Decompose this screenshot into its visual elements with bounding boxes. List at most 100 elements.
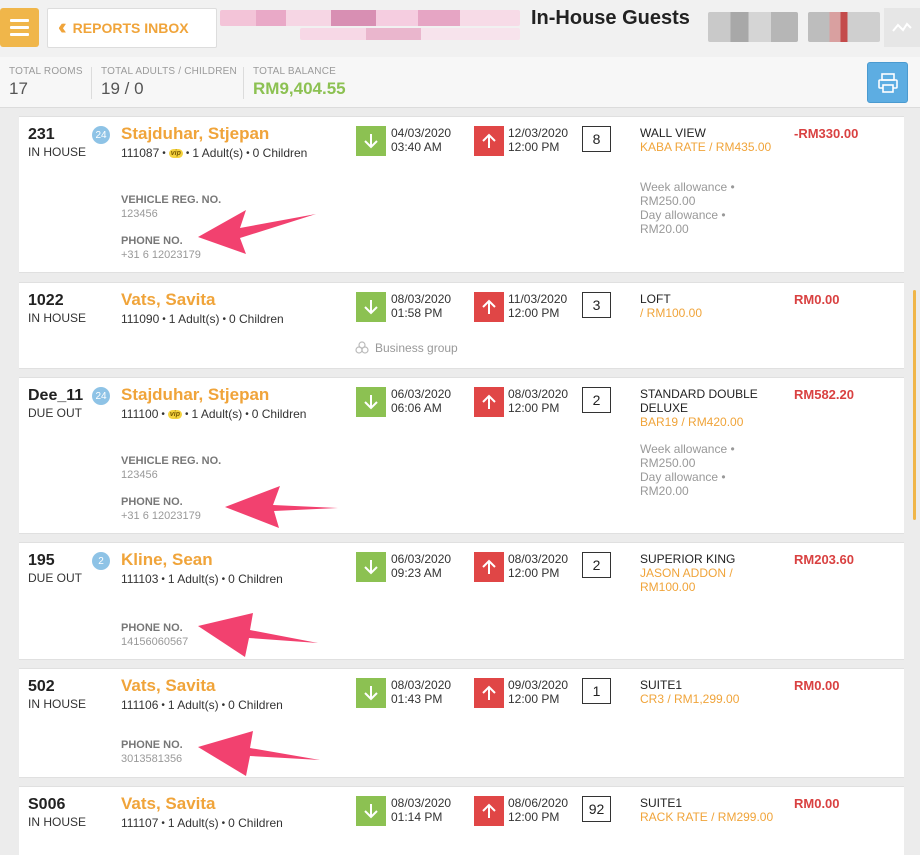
- rate-plan: JASON ADDON / RM100.00: [640, 566, 733, 594]
- arrival-icon: [356, 292, 386, 322]
- guest-meta: 111103 • 1 Adult(s) • 0 Children: [121, 572, 283, 586]
- arrival-icon: [356, 796, 386, 826]
- group-tag: Business group: [355, 341, 458, 355]
- adults-children-stat: TOTAL ADULTS / CHILDREN 19 / 0: [101, 66, 237, 98]
- rate-plan: CR3 / RM1,299.00: [640, 692, 740, 706]
- departure-datetime: 09/03/2020 12:00 PM: [508, 678, 569, 706]
- arrival-datetime: 06/03/2020 09:23 AM: [391, 552, 452, 580]
- badge-count: 2: [92, 552, 110, 570]
- room-status: IN HOUSE: [28, 145, 87, 159]
- vehicle-value: 123456: [121, 469, 158, 481]
- arrival-icon: [356, 552, 386, 582]
- total-balance-stat: TOTAL BALANCE RM9,404.55: [253, 66, 346, 98]
- room-type: SUITE1: [640, 796, 683, 810]
- reservation-card[interactable]: 231 IN HOUSE 24 Stajduhar, Stjepan 11108…: [19, 116, 904, 273]
- departure-datetime: 11/03/2020 12:00 PM: [508, 292, 568, 320]
- nights-count: 2: [582, 552, 611, 578]
- room-status: IN HOUSE: [28, 311, 87, 325]
- arrival-datetime: 06/03/2020 06:06 AM: [391, 387, 452, 415]
- phone-label: PHONE NO.: [121, 235, 183, 247]
- reservation-card[interactable]: 195 DUE OUT 2 Kline, Sean 111103 • 1 Adul…: [19, 542, 904, 660]
- guest-name[interactable]: Vats, Savita: [121, 794, 216, 814]
- room-number: 1022: [28, 292, 64, 309]
- balance: RM0.00: [794, 796, 840, 811]
- guest-name[interactable]: Kline, Sean: [121, 550, 213, 570]
- balance: RM0.00: [794, 678, 840, 693]
- redacted-area: [708, 12, 798, 42]
- departure-icon: [474, 796, 504, 826]
- reservation-card[interactable]: 1022 IN HOUSE Vats, Savita 111090 • 1 Adu…: [19, 282, 904, 369]
- badge-count: 24: [92, 387, 110, 405]
- reservation-card[interactable]: S006 IN HOUSE Vats, Savita 111107 • 1 Adu…: [19, 786, 904, 855]
- room-status: DUE OUT: [28, 571, 82, 585]
- arrival-datetime: 08/03/2020 01:43 PM: [391, 678, 452, 706]
- phone-value: +31 6 12023179: [121, 249, 201, 261]
- phone-label: PHONE NO.: [121, 496, 183, 508]
- room-type: SUITE1: [640, 678, 683, 692]
- print-button[interactable]: [867, 62, 908, 103]
- phone-value: 3013581356: [121, 753, 183, 765]
- departure-icon: [474, 552, 504, 582]
- rate-plan: / RM100.00: [640, 306, 703, 320]
- departure-icon: [474, 126, 504, 156]
- rate-plan: RACK RATE / RM299.00: [640, 810, 774, 824]
- phone-label: PHONE NO.: [121, 622, 183, 634]
- balance: RM203.60: [794, 552, 854, 567]
- activity-button[interactable]: [884, 8, 920, 47]
- departure-icon: [474, 678, 504, 708]
- stats-bar: TOTAL ROOMS 17 TOTAL ADULTS / CHILDREN 1…: [0, 57, 920, 108]
- arrival-icon: [356, 126, 386, 156]
- room-status: IN HOUSE: [28, 815, 87, 829]
- vip-badge: vip: [168, 148, 183, 158]
- vehicle-label: VEHICLE REG. NO.: [121, 194, 222, 206]
- room-type: STANDARD DOUBLE DELUXE: [640, 387, 758, 415]
- guest-name[interactable]: Vats, Savita: [121, 676, 216, 696]
- vehicle-value: 123456: [121, 208, 158, 220]
- room-number: S006: [28, 796, 66, 813]
- room-type: WALL VIEW: [640, 126, 706, 140]
- balance: RM0.00: [794, 292, 840, 307]
- arrival-datetime: 08/03/2020 01:14 PM: [391, 796, 452, 824]
- room-number: 502: [28, 678, 55, 695]
- guest-meta: 111100 • vip • 1 Adult(s) • 0 Children: [121, 407, 307, 421]
- reservation-card[interactable]: 502 IN HOUSE Vats, Savita 111106 • 1 Adul…: [19, 668, 904, 778]
- arrival-datetime: 08/03/2020 01:58 PM: [391, 292, 452, 320]
- guest-name[interactable]: Stajduhar, Stjepan: [121, 124, 269, 144]
- room-status: DUE OUT: [28, 406, 82, 420]
- room-type: SUPERIOR KING: [640, 552, 736, 566]
- departure-datetime: 08/03/2020 12:00 PM: [508, 552, 569, 580]
- total-rooms-stat: TOTAL ROOMS 17: [9, 66, 83, 98]
- nights-count: 3: [582, 292, 611, 318]
- reports-inbox-button[interactable]: ‹‹ REPORTS INBOX: [47, 8, 217, 48]
- allowances: Week allowance • RM250.00 Day allowance …: [640, 442, 735, 498]
- hamburger-icon: [10, 19, 29, 22]
- room-status: IN HOUSE: [28, 697, 87, 711]
- vip-badge: vip: [167, 409, 183, 419]
- departure-icon: [474, 292, 504, 322]
- departure-icon: [474, 387, 504, 417]
- total-balance-value: RM9,404.55: [253, 79, 346, 98]
- balance: -RM330.00: [794, 126, 859, 141]
- guest-name[interactable]: Vats, Savita: [121, 290, 216, 310]
- redacted-area: [220, 10, 520, 26]
- activity-icon: [892, 21, 912, 32]
- guest-list[interactable]: 231 IN HOUSE 24 Stajduhar, Stjepan 11108…: [0, 108, 920, 855]
- scrollbar[interactable]: [913, 290, 916, 520]
- reports-inbox-label: REPORTS INBOX: [72, 20, 189, 36]
- reservation-card[interactable]: Dee_11 DUE OUT 24 Stajduhar, Stjepan 111…: [19, 377, 904, 534]
- adults-children-value: 19 / 0: [101, 79, 144, 98]
- nights-count: 92: [582, 796, 611, 822]
- departure-datetime: 12/03/2020 12:00 PM: [508, 126, 569, 154]
- printer-icon: [877, 72, 898, 93]
- guest-meta: 111090 • 1 Adult(s) • 0 Children: [121, 312, 284, 326]
- arrival-datetime: 04/03/2020 03:40 AM: [391, 126, 452, 154]
- guest-name[interactable]: Stajduhar, Stjepan: [121, 385, 269, 405]
- rate-plan: KABA RATE / RM435.00: [640, 140, 772, 154]
- departure-datetime: 08/03/2020 12:00 PM: [508, 387, 569, 415]
- allowances: Week allowance • RM250.00 Day allowance …: [640, 180, 735, 236]
- page-title: In-House Guests: [531, 7, 690, 29]
- room-number: 231: [28, 126, 55, 143]
- room-type: LOFT: [640, 292, 671, 306]
- arrival-icon: [356, 387, 386, 417]
- menu-button[interactable]: [0, 8, 39, 47]
